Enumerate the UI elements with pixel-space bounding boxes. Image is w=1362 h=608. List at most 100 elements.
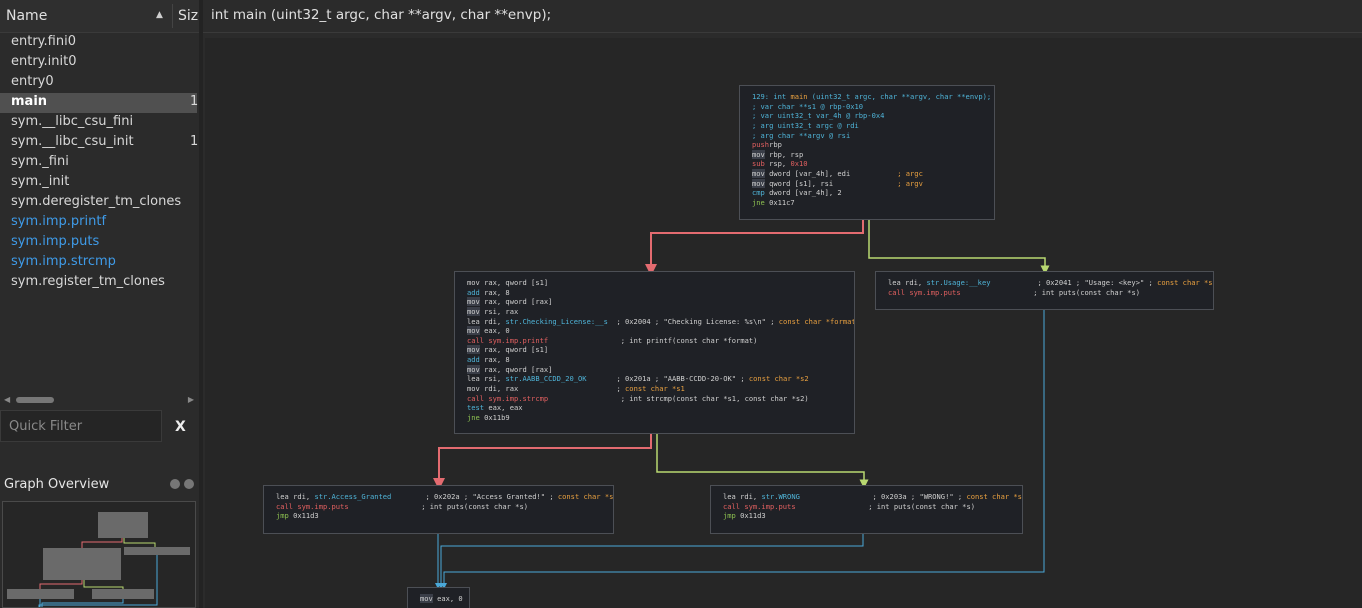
column-divider[interactable] <box>172 4 173 28</box>
asm-token: mov <box>467 297 480 307</box>
asm-token: mov <box>752 178 765 188</box>
function-list-item[interactable]: entry.fini0 <box>0 33 197 53</box>
asm-token: str.AABB_CCDD_20_OK <box>505 374 587 384</box>
function-list-item[interactable]: entry.init0 <box>0 53 197 73</box>
asm-token: ; int puts(const char *s) <box>348 501 528 511</box>
asm-token: mov <box>752 149 765 159</box>
asm-line[interactable]: mov eax, 0 <box>467 326 844 336</box>
asm-token: call sym.imp.puts <box>888 287 961 297</box>
function-name: sym.imp.printf <box>11 214 107 229</box>
graph-overview-header: Graph Overview <box>0 474 200 496</box>
asm-line[interactable]: add rax, 8 <box>467 288 844 298</box>
function-list-item[interactable]: sym.__libc_csu_fini <box>0 113 197 133</box>
basic-block-check-license[interactable]: mov rax, qword [s1] add rax, 8 mov rax, qw… <box>454 271 855 434</box>
asm-line[interactable]: call sym.imp.printf ; int printf(const c… <box>467 336 844 346</box>
horizontal-scrollbar[interactable]: ◀ ▶ <box>4 395 196 405</box>
asm-line[interactable]: ; arg char **argv @ rsi <box>752 131 984 141</box>
asm-line[interactable]: lea rdi, str.Checking_License:__s ; 0x20… <box>467 316 854 327</box>
function-name: sym.register_tm_clones <box>11 274 165 289</box>
asm-line[interactable]: ; arg uint32_t argc @ rdi <box>752 121 984 131</box>
asm-line[interactable]: jmp 0x11d3 <box>723 511 1012 521</box>
asm-line[interactable]: lea rdi, str.Access_Granted ; 0x202a ; "… <box>276 492 613 502</box>
asm-line[interactable]: call sym.imp.puts ; int puts(const char … <box>276 502 603 512</box>
function-list-item[interactable]: sym._init <box>0 173 197 193</box>
asm-line[interactable]: ; var char **s1 @ rbp-0x10 <box>752 102 984 112</box>
asm-token: dword [var_4h], edi <box>764 169 898 179</box>
asm-line[interactable]: mov rbp, rsp <box>752 149 984 160</box>
name-column-header[interactable]: Name <box>6 8 47 24</box>
quick-filter-field[interactable] <box>0 410 162 442</box>
function-list-item[interactable]: sym.deregister_tm_clones <box>0 193 197 213</box>
asm-line[interactable]: call sym.imp.strcmp ; int strcmp(const c… <box>467 394 844 404</box>
asm-line[interactable]: mov rax, qword [rax] <box>467 297 844 307</box>
asm-token: rbp <box>769 140 782 150</box>
function-list-item[interactable]: sym.register_tm_clones <box>0 273 197 293</box>
basic-block-access-granted[interactable]: lea rdi, str.Access_Granted ; 0x202a ; "… <box>263 485 614 534</box>
basic-block-exit[interactable]: mov eax, 0 <box>407 587 470 608</box>
asm-token: ; int printf(const char *format) <box>548 335 758 345</box>
overview-block-granted <box>7 589 74 599</box>
scroll-left-icon[interactable]: ◀ <box>4 395 10 404</box>
asm-token: eax, 0 <box>432 594 463 603</box>
asm-line[interactable]: 129: int main (uint32_t argc, char **arg… <box>752 92 991 102</box>
close-icon[interactable] <box>184 479 194 489</box>
asm-line[interactable]: lea rsi, str.AABB_CCDD_20_OK ; 0x201a ; … <box>467 374 844 384</box>
asm-line[interactable]: mov qword [s1], rsi ; argv <box>752 178 984 189</box>
function-list-item[interactable]: sym.imp.strcmp <box>0 253 197 273</box>
function-name: main <box>11 94 48 109</box>
function-list-item[interactable]: sym._fini <box>0 153 197 173</box>
basic-block-entry[interactable]: 129: int main (uint32_t argc, char **arg… <box>739 85 995 220</box>
scroll-right-icon[interactable]: ▶ <box>188 395 194 404</box>
asm-line[interactable]: mov rax, qword [s1] <box>467 278 844 288</box>
clear-filter-button[interactable]: X <box>175 419 186 435</box>
asm-line[interactable]: lea rdi, str.Usage:__key ; 0x2041 ; "Usa… <box>888 278 1213 288</box>
function-name: sym._fini <box>11 154 69 169</box>
asm-line[interactable]: add rax, 8 <box>467 355 844 365</box>
asm-token: ; argv <box>897 178 923 188</box>
function-name: entry.init0 <box>11 54 77 69</box>
quick-filter-input[interactable] <box>1 411 161 441</box>
basic-block-usage[interactable]: lea rdi, str.Usage:__key ; 0x2041 ; "Usa… <box>875 271 1214 310</box>
asm-token: (uint32_t argc, char **argv, char **envp… <box>807 92 992 101</box>
asm-line[interactable]: call sym.imp.puts ; int puts(const char … <box>888 288 1203 298</box>
asm-line[interactable]: jmp 0x11d3 <box>276 511 603 521</box>
undock-icon[interactable] <box>170 479 180 489</box>
function-list-item[interactable]: sym.__libc_csu_init 1 <box>0 133 198 153</box>
panel-splitter[interactable] <box>199 0 203 608</box>
basic-block-wrong[interactable]: lea rdi, str.WRONG ; 0x203a ; "WRONG!" ;… <box>710 485 1023 534</box>
asm-line[interactable]: jne 0x11b9 <box>467 413 844 423</box>
function-list-item[interactable]: sym.imp.puts <box>0 233 197 253</box>
asm-line[interactable]: mov dword [var_4h], edi ; argc <box>752 169 984 179</box>
asm-token: lea rsi, <box>467 374 506 384</box>
functions-table-header[interactable]: Name ▲ Size <box>0 0 207 33</box>
asm-line[interactable]: mov rax, qword [s1] <box>467 345 844 355</box>
asm-line[interactable]: test eax, eax <box>467 403 844 413</box>
asm-token: rax, qword [rax] <box>479 364 553 374</box>
sort-ascending-icon: ▲ <box>156 10 163 20</box>
asm-line[interactable]: lea rdi, str.WRONG ; 0x203a ; "WRONG!" ;… <box>723 492 1022 502</box>
asm-token: str.Checking_License:__s <box>505 316 608 326</box>
asm-token: rbp, rsp <box>764 149 804 159</box>
asm-line[interactable]: pushrbp <box>752 140 984 150</box>
function-list-item[interactable]: entry0 <box>0 73 197 93</box>
asm-token: str.Access_Granted <box>314 492 392 501</box>
edge-entry-true <box>868 220 1050 275</box>
asm-line[interactable]: mov rsi, rax <box>467 306 844 317</box>
asm-line[interactable]: call sym.imp.puts ; int puts(const char … <box>723 502 1012 512</box>
asm-line[interactable]: sub rsp, 0x10 <box>752 159 984 169</box>
asm-line[interactable]: ; var uint32_t var_4h @ rbp-0x4 <box>752 111 984 121</box>
graph-overview-minimap[interactable] <box>2 501 196 608</box>
function-name: sym.__libc_csu_fini <box>11 114 134 129</box>
function-list-item[interactable]: main 1 <box>0 93 198 113</box>
asm-line[interactable]: mov rdi, rax ; const char *s1 <box>467 384 844 394</box>
scrollbar-thumb[interactable] <box>16 397 54 403</box>
disassembly-graph[interactable]: 129: int main (uint32_t argc, char **arg… <box>205 38 1362 608</box>
asm-line[interactable]: mov eax, 0 <box>420 594 463 604</box>
asm-line[interactable]: mov rax, qword [rax] <box>467 364 844 375</box>
asm-token: const char *s2 <box>748 374 809 384</box>
asm-line[interactable]: jne 0x11c7 <box>752 198 984 208</box>
asm-token: eax, eax <box>484 403 523 413</box>
asm-line[interactable]: cmp dword [var_4h], 2 <box>752 188 984 198</box>
function-list-item[interactable]: sym.imp.printf <box>0 213 197 233</box>
function-name: entry.fini0 <box>11 34 76 49</box>
